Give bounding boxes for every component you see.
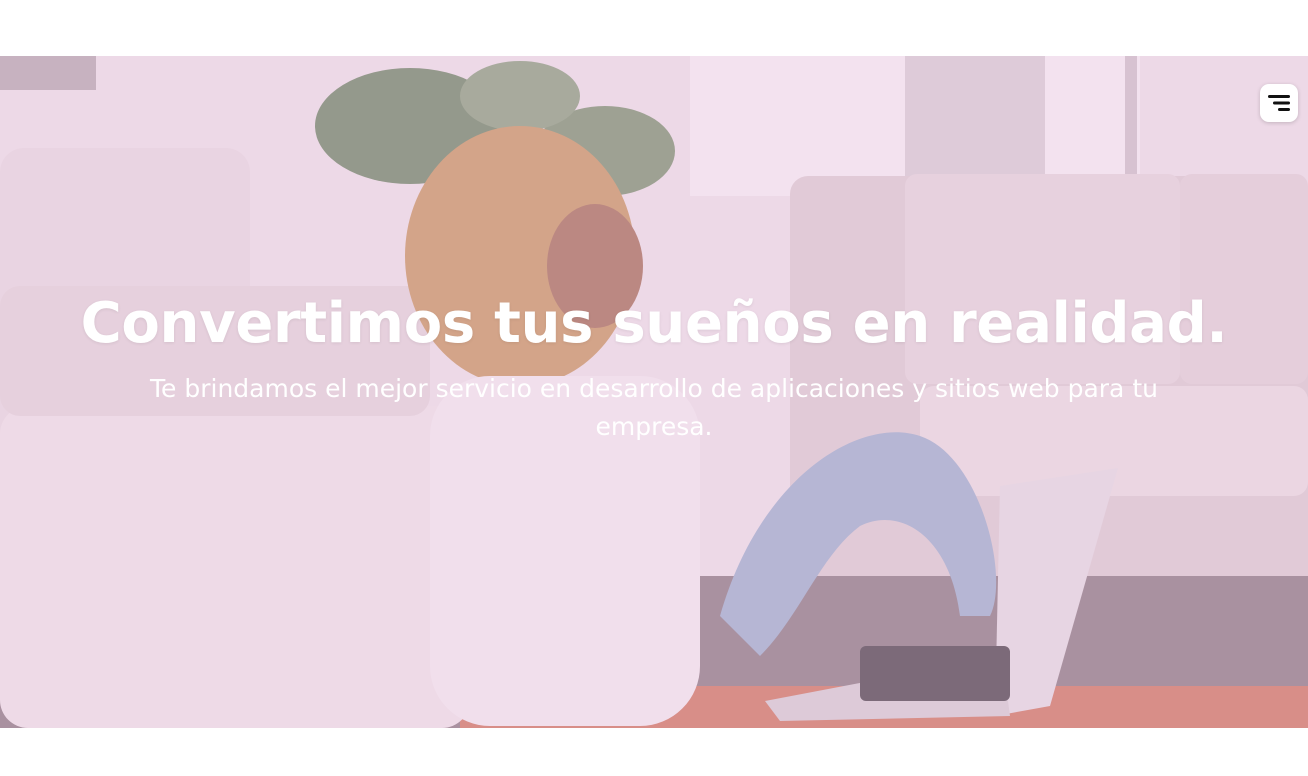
hero-title: Convertimos tus sueños en realidad. xyxy=(80,291,1228,356)
landing-page: Convertimos tus sueños en realidad. Te b… xyxy=(0,0,1308,776)
hamburger-menu-icon xyxy=(1268,95,1290,111)
hero-subtitle: Te brindamos el mejor servicio en desarr… xyxy=(150,374,1158,441)
hero-text-block: Convertimos tus sueños en realidad. Te b… xyxy=(0,288,1308,446)
menu-button[interactable] xyxy=(1260,84,1298,122)
hero-section: Convertimos tus sueños en realidad. Te b… xyxy=(0,56,1308,728)
